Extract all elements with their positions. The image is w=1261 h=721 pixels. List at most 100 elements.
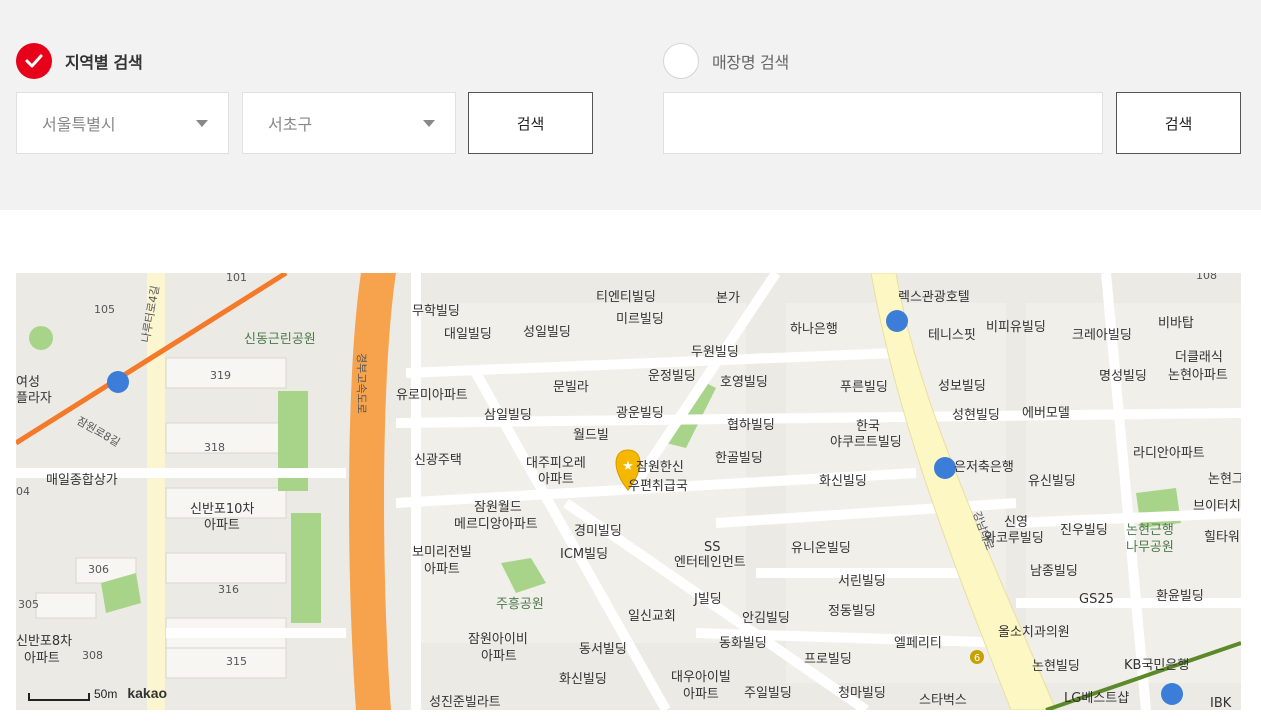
map-label: 환윤빌딩 xyxy=(1156,589,1204,604)
map-label: 올소치과의원 xyxy=(998,625,1070,640)
map-label: 아파트 xyxy=(538,472,574,487)
map-label: 신동근린공원 xyxy=(244,332,316,347)
map-label: 엔터테인먼트 xyxy=(674,555,746,570)
map-label: 305 xyxy=(18,598,39,611)
map-label: 라디안아파트 xyxy=(1133,446,1205,461)
region-search-button[interactable]: 검색 xyxy=(468,92,593,154)
map-label: 신반포8차 xyxy=(16,634,72,649)
map-label: 논현그 xyxy=(1208,472,1241,487)
city-select-value: 서울특별시 xyxy=(42,115,116,134)
map-label: 브이터치 xyxy=(1193,499,1241,514)
map-label: 논현근행 xyxy=(1126,522,1174,538)
map-label: 유신빌딩 xyxy=(1028,474,1076,489)
map-label: 두원빌딩 xyxy=(691,345,739,360)
map-label: 화신빌딩 xyxy=(559,672,607,687)
map-label: 메르디앙아파트 xyxy=(454,517,538,532)
chevron-down-icon xyxy=(196,120,208,127)
store-search-label: 매장명 검색 xyxy=(712,53,789,72)
store-radio-unchecked[interactable] xyxy=(663,43,699,79)
highway-label: 경부고속도로 xyxy=(355,353,368,414)
map-label: 유니온빌딩 xyxy=(791,541,851,556)
map-label: 316 xyxy=(218,583,239,596)
map-label: 와코루빌딩 xyxy=(984,531,1044,546)
map-label: 엘페리티 xyxy=(894,636,942,651)
map-label: 프로빌딩 xyxy=(804,652,852,667)
city-select[interactable]: 서울특별시 xyxy=(16,92,229,154)
map-label: 여성 xyxy=(16,375,40,390)
map-label: 은저축은행 xyxy=(954,459,1014,475)
map-label: 성진준빌라트 xyxy=(429,695,501,710)
map-label: 티엔티빌딩 xyxy=(596,290,656,305)
map-label: 미르빌딩 xyxy=(616,312,664,327)
bus-stop-icon[interactable] xyxy=(886,310,908,332)
store-search-option[interactable]: 매장명 검색 xyxy=(663,43,789,79)
map-label: 잠원아이비 xyxy=(468,632,528,647)
bus-stop-icon[interactable] xyxy=(934,457,956,479)
map-label: 비바탑 xyxy=(1158,316,1194,331)
map-label: 스타벅스 xyxy=(919,693,967,708)
map-label: 일신교회 xyxy=(628,609,676,624)
svg-text:★: ★ xyxy=(622,459,634,474)
map-label: KB국민은행 xyxy=(1124,657,1189,673)
map-label: 주일빌딩 xyxy=(744,686,792,701)
map-label: SS xyxy=(704,540,721,555)
search-panel: 지역별 검색 매장명 검색 서울특별시 서초구 검색 검색 xyxy=(0,0,1261,210)
map-label: 에버모델 xyxy=(1022,406,1070,421)
map-label: 운정빌딩 xyxy=(648,369,696,384)
map-label: 삼일빌딩 xyxy=(484,408,532,423)
map-label: GS25 xyxy=(1079,592,1114,607)
map-label: 매일종합상가 xyxy=(46,473,118,488)
subway-line-6-badge: 6 xyxy=(970,650,984,664)
map-label: 315 xyxy=(226,655,247,668)
map-label: 성현빌딩 xyxy=(952,408,1000,423)
map-label: 비피유빌딩 xyxy=(986,320,1046,335)
bus-stop-icon[interactable] xyxy=(1161,683,1183,705)
map-label: 하나은행 xyxy=(790,321,838,337)
map-label: 유로미아파트 xyxy=(396,388,468,403)
map-label: J빌딩 xyxy=(693,592,722,607)
map-label: 우편취급국 xyxy=(628,479,688,494)
map-label: 잠원월드 xyxy=(474,500,522,515)
map-scale: 50m kakao xyxy=(28,685,167,701)
map-label: 105 xyxy=(94,303,115,316)
district-select[interactable]: 서초구 xyxy=(242,92,456,154)
map-label: 신반포10차 xyxy=(190,502,254,517)
map-label: 319 xyxy=(210,369,231,382)
map-label: 아파트 xyxy=(481,649,517,664)
check-icon xyxy=(25,54,43,68)
map-label: 04 xyxy=(16,485,30,498)
map-label: 크레아빌딩 xyxy=(1072,328,1132,343)
map-label: 월드빌 xyxy=(573,428,609,443)
store-map[interactable]: 경부고속도로 강남대로 나루터로4길 잠원로8길 ★ 101 105 319 3… xyxy=(16,273,1241,710)
map-label: 더클래식 xyxy=(1175,350,1223,365)
svg-text:6: 6 xyxy=(974,653,980,664)
side-road-label: 잠원로8길 xyxy=(75,414,123,449)
map-label: 명성빌딩 xyxy=(1099,369,1147,384)
park-area xyxy=(29,326,53,350)
chevron-down-icon xyxy=(423,120,435,127)
store-name-input[interactable] xyxy=(663,92,1103,154)
map-label: 아파트 xyxy=(683,687,719,702)
region-radio-checked[interactable] xyxy=(16,43,52,79)
map-label: 318 xyxy=(204,441,225,454)
map-label: 청마빌딩 xyxy=(838,686,886,701)
map-label: 성보빌딩 xyxy=(938,379,986,394)
map-label: 화신빌딩 xyxy=(819,474,867,489)
map-label: LG베스트샵 xyxy=(1064,691,1129,706)
store-search-button[interactable]: 검색 xyxy=(1116,92,1241,154)
map-canvas[interactable]: 경부고속도로 강남대로 나루터로4길 잠원로8길 ★ 101 105 319 3… xyxy=(16,273,1241,710)
map-label: 동서빌딩 xyxy=(579,642,627,657)
map-label: 101 xyxy=(226,273,247,284)
map-label: 신광주택 xyxy=(414,453,462,468)
region-search-option[interactable]: 지역별 검색 xyxy=(16,43,143,79)
map-label: 무학빌딩 xyxy=(412,304,460,319)
map-label: 대우아이빌 xyxy=(671,670,731,685)
map-label: 남종빌딩 xyxy=(1030,564,1078,579)
map-label: 협하빌딩 xyxy=(727,418,775,433)
bus-stop-icon[interactable] xyxy=(107,371,129,393)
map-label: 아파트 xyxy=(424,562,460,577)
map-label: 108 xyxy=(1196,273,1217,282)
park-area xyxy=(291,513,321,623)
map-label: 논현아파트 xyxy=(1168,368,1228,383)
map-label: 나무공원 xyxy=(1126,540,1174,555)
